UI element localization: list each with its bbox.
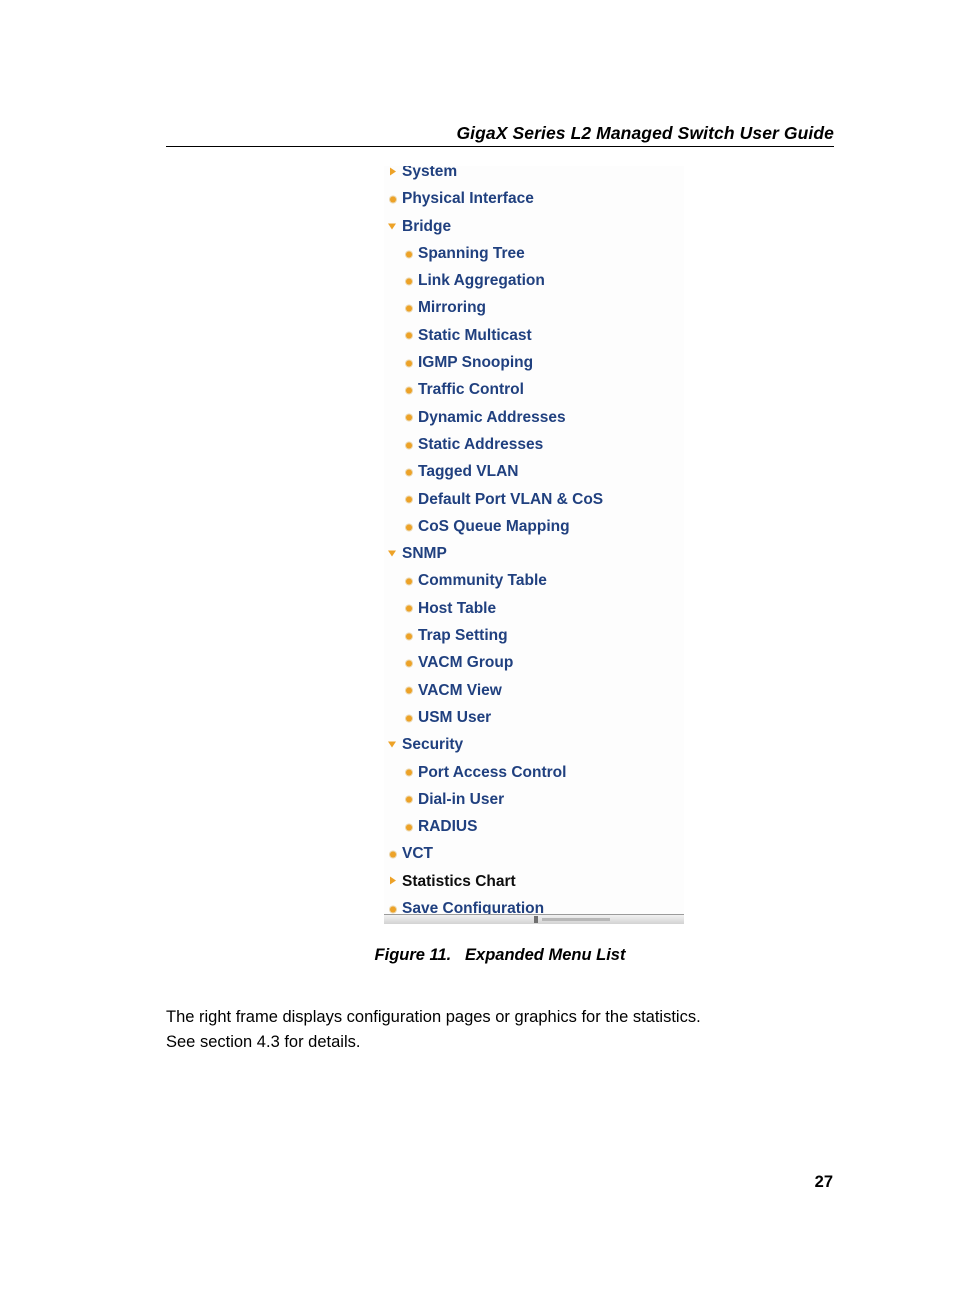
menu-item-usm-user[interactable]: USM User [384,704,684,731]
menu-item-label: Statistics Chart [402,872,516,890]
body-paragraph-line: The right frame displays configuration p… [166,1008,701,1026]
menu-item-label: Link Aggregation [418,272,545,290]
menu-item-label: Host Table [418,599,497,617]
bullet-icon[interactable] [404,248,415,259]
menu-item-label: Security [402,736,464,754]
menu-item-snmp[interactable]: SNMP [384,540,684,567]
page-number: 27 [814,1173,833,1191]
bullet-icon[interactable] [404,821,415,832]
menu-item-security[interactable]: Security [384,731,684,758]
bullet-icon[interactable] [404,685,415,696]
menu-item-label: Traffic Control [418,381,524,399]
bullet-icon[interactable] [404,494,415,505]
figure-caption: Figure 11. Expanded Menu List [374,946,626,964]
bullet-icon[interactable] [404,275,415,286]
menu-item-label: Community Table [418,572,547,590]
running-header: GigaX Series L2 Managed Switch User Guid… [166,122,834,147]
menu-item-label: IGMP Snooping [418,354,534,372]
menu-item-label: SNMP [402,545,447,563]
bullet-icon[interactable] [404,603,415,614]
document-page: GigaX Series L2 Managed Switch User Guid… [0,0,954,1307]
scrollbar-thumb[interactable] [534,916,538,923]
menu-item-label: Dynamic Addresses [418,408,566,426]
chevron-down-icon[interactable] [388,739,399,750]
chevron-right-icon[interactable] [388,876,399,887]
menu-item-igmp-snooping[interactable]: IGMP Snooping [384,349,684,376]
menu-item-label: RADIUS [418,818,478,836]
menu-item-dial-in-user[interactable]: Dial-in User [384,786,684,813]
menu-item-label: Mirroring [418,299,487,317]
bullet-icon[interactable] [404,712,415,723]
menu-item-link-aggregation[interactable]: Link Aggregation [384,267,684,294]
menu-item-label: Static Multicast [418,326,532,344]
menu-item-mirroring[interactable]: Mirroring [384,294,684,321]
menu-item-physical-interface[interactable]: Physical Interface [384,185,684,212]
menu-item-community-table[interactable]: Community Table [384,567,684,594]
menu-item-label: VACM Group [418,654,514,672]
menu-item-label: USM User [418,708,492,726]
menu-item-default-port-vlan-cos[interactable]: Default Port VLAN & CoS [384,486,684,513]
menu-item-label: Tagged VLAN [418,463,519,481]
menu-item-label: VACM View [418,681,502,699]
bullet-icon[interactable] [404,303,415,314]
menu-item-label: Trap Setting [418,627,508,645]
bullet-icon[interactable] [404,357,415,368]
menu-item-label: Static Addresses [418,435,544,453]
menu-item-spanning-tree[interactable]: Spanning Tree [384,240,684,267]
menu-item-label: Bridge [402,217,452,235]
menu-item-label: CoS Queue Mapping [418,517,570,535]
menu-item-label: Physical Interface [402,190,534,208]
menu-item-trap-setting[interactable]: Trap Setting [384,622,684,649]
bullet-icon[interactable] [404,630,415,641]
bullet-icon[interactable] [388,903,399,914]
menu-item-host-table[interactable]: Host Table [384,595,684,622]
bullet-icon[interactable] [404,439,415,450]
menu-item-label: Spanning Tree [418,244,525,262]
menu-item-static-multicast[interactable]: Static Multicast [384,322,684,349]
menu-item-dynamic-addresses[interactable]: Dynamic Addresses [384,404,684,431]
chevron-down-icon[interactable] [388,221,399,232]
header-title: GigaX Series L2 Managed Switch User Guid… [456,123,834,143]
bullet-icon[interactable] [388,849,399,860]
bullet-icon[interactable] [404,412,415,423]
menu-item-bridge[interactable]: Bridge [384,213,684,240]
bullet-icon[interactable] [404,385,415,396]
horizontal-scrollbar[interactable] [384,914,684,924]
menu-item-cos-queue-mapping[interactable]: CoS Queue Mapping [384,513,684,540]
scrollbar-track[interactable] [542,918,610,921]
menu-item-label: VCT [402,845,433,863]
menu-item-vct[interactable]: VCT [384,840,684,867]
navigation-menu-tree: System Physical Interface Bridge Spanning T… [384,166,684,922]
menu-item-system[interactable]: System [384,166,684,185]
body-paragraph: The right frame displays configuration p… [166,1005,846,1055]
chevron-down-icon[interactable] [388,548,399,559]
menu-item-label: System [402,166,458,180]
menu-item-label: Dial-in User [418,790,505,808]
bullet-icon[interactable] [404,657,415,668]
menu-item-traffic-control[interactable]: Traffic Control [384,376,684,403]
bullet-icon[interactable] [404,466,415,477]
body-paragraph-line: See section 4.3 for details. [166,1033,361,1051]
bullet-icon[interactable] [404,767,415,778]
menu-item-tagged-vlan[interactable]: Tagged VLAN [384,458,684,485]
figure-expanded-menu-screenshot: System Physical Interface Bridge Spanning T… [384,166,684,924]
menu-item-static-addresses[interactable]: Static Addresses [384,431,684,458]
header-divider [166,146,834,147]
menu-item-label: Default Port VLAN & CoS [418,490,604,508]
bullet-icon[interactable] [404,330,415,341]
menu-item-label: Port Access Control [418,763,567,781]
bullet-icon[interactable] [404,576,415,587]
menu-item-radius[interactable]: RADIUS [384,813,684,840]
bullet-icon[interactable] [388,193,399,204]
menu-item-vacm-view[interactable]: VACM View [384,677,684,704]
chevron-right-icon[interactable] [388,166,399,177]
menu-item-statistics-chart[interactable]: Statistics Chart [384,868,684,895]
menu-item-port-access-control[interactable]: Port Access Control [384,759,684,786]
bullet-icon[interactable] [404,794,415,805]
menu-item-vacm-group[interactable]: VACM Group [384,649,684,676]
bullet-icon[interactable] [404,521,415,532]
